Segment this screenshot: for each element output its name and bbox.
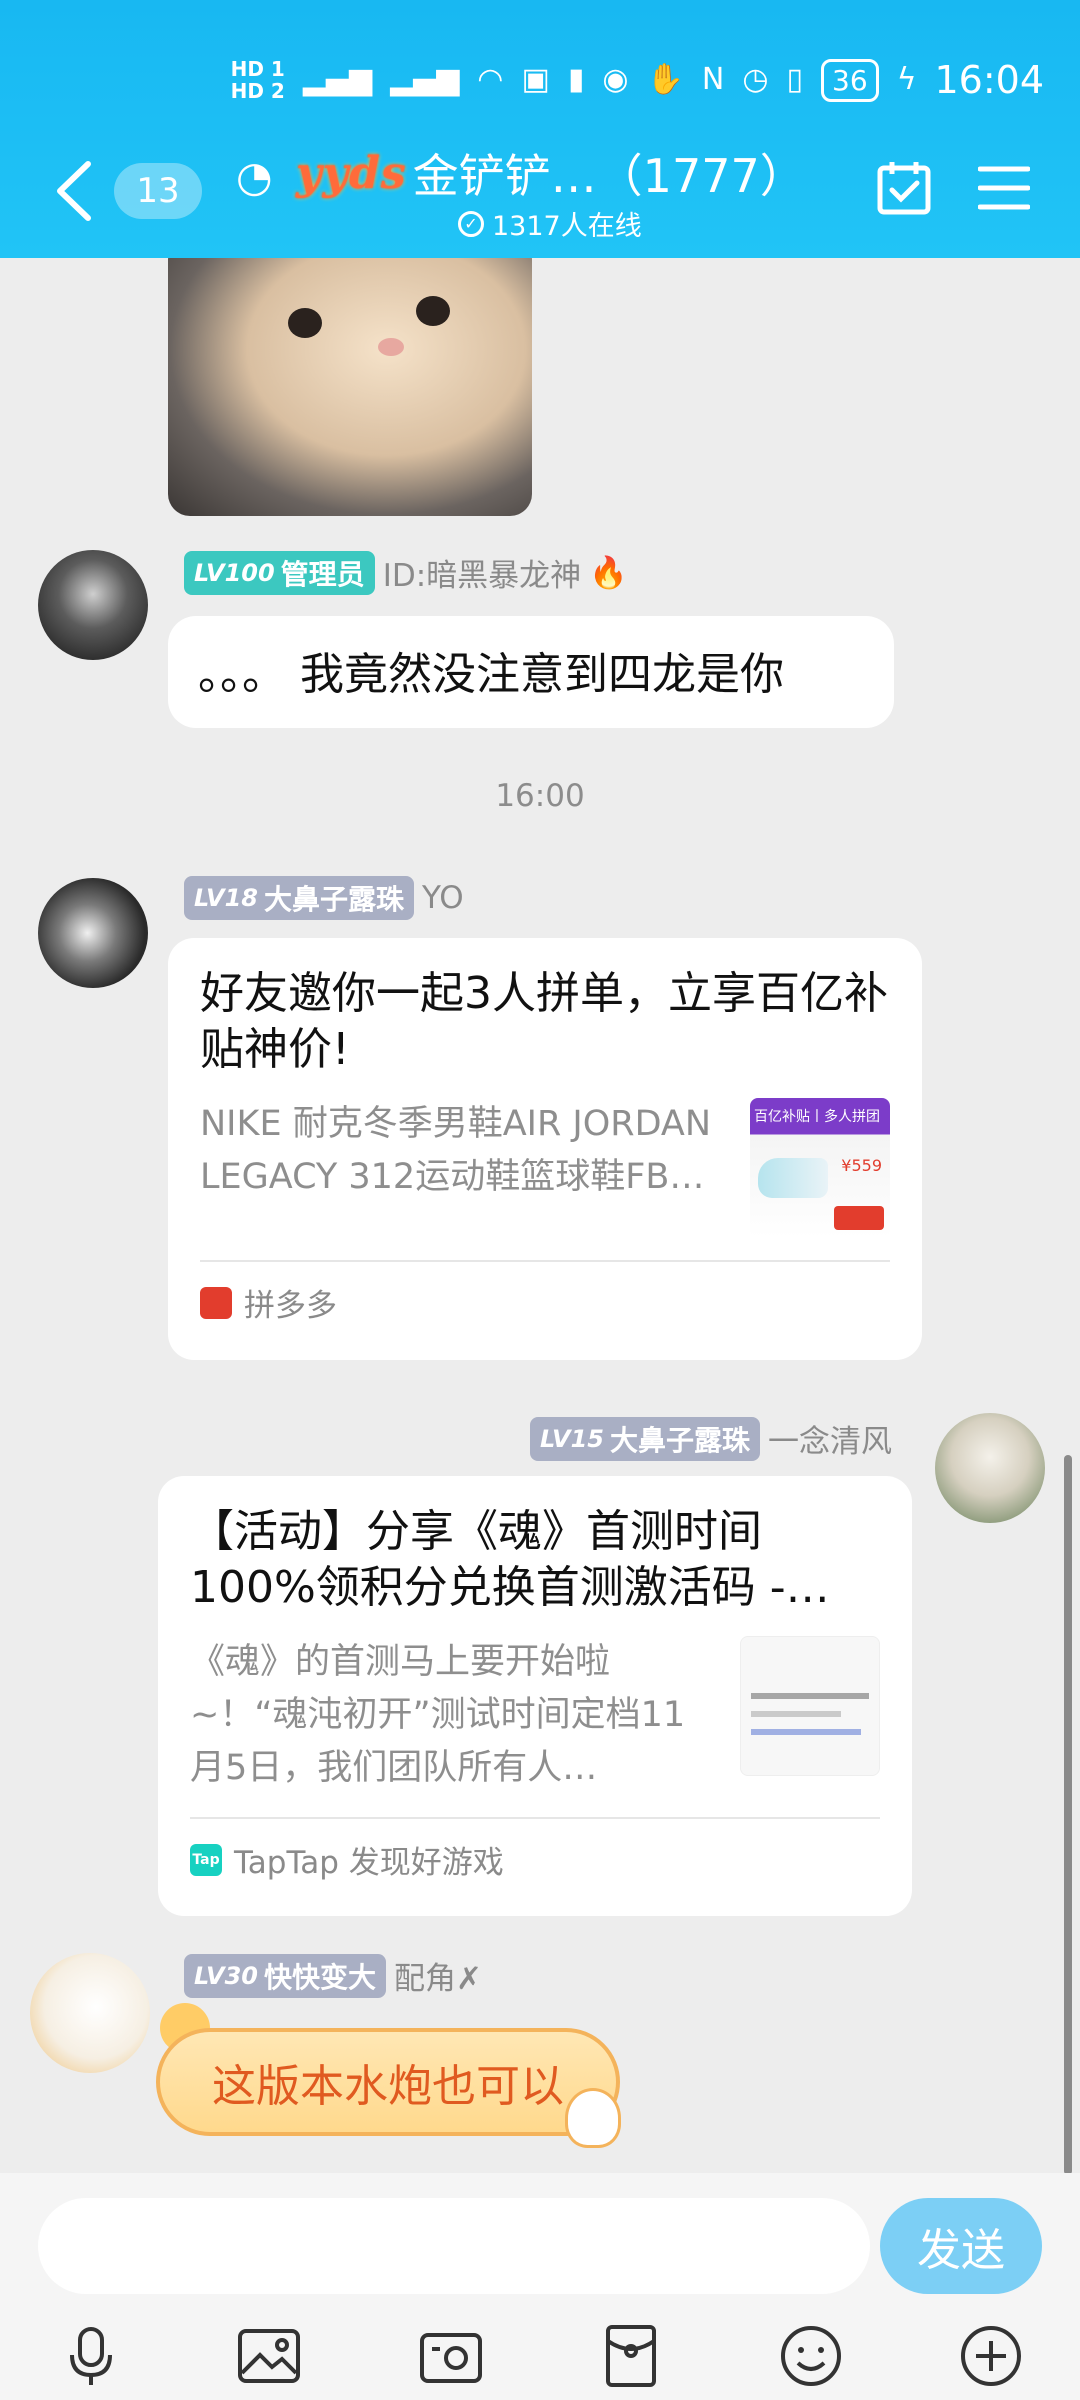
charging-icon: ϟ <box>896 62 917 97</box>
menu-icon[interactable] <box>978 165 1030 211</box>
taptap-logo-icon: Tap <box>190 1843 222 1876</box>
earpiece-mode-icon[interactable]: ◔ <box>236 152 273 201</box>
scrollbar[interactable] <box>1064 1455 1072 2173</box>
sender-name[interactable]: ID:暗黑暴龙神 <box>383 550 581 595</box>
message-input[interactable] <box>38 2198 870 2294</box>
timestamp: 16:00 <box>495 778 585 814</box>
sender-name[interactable]: 一念清风 <box>768 1416 892 1461</box>
hd-signal-icon: HD 1 HD 2 <box>230 57 285 103</box>
card-title: 【活动】分享《魂》首测时间100%领积分兑换首测激活码 -… <box>190 1506 830 1613</box>
input-bar: 发送 <box>0 2173 1080 2400</box>
avatar[interactable] <box>30 1953 150 2073</box>
emoji-icon[interactable] <box>778 2323 844 2389</box>
huawei-app-icon: ▣ <box>521 62 550 97</box>
alarm-icon: ◷ <box>742 62 769 97</box>
hand-icon: ✋ <box>646 62 684 97</box>
battery-icon: 36 <box>821 58 879 102</box>
level-badge: LV30 快快变大 <box>184 1953 386 1998</box>
sender-info: LV15 大鼻子露珠 一念清风 <box>530 1416 892 1461</box>
level-badge: LV18 大鼻子露珠 <box>184 876 414 920</box>
cat-eye <box>288 308 322 338</box>
back-arrow-icon[interactable] <box>52 158 96 224</box>
online-count-text: 1317人在线 <box>492 211 642 242</box>
plus-icon[interactable] <box>958 2323 1024 2389</box>
level-badge: LV15 大鼻子露珠 <box>530 1416 760 1461</box>
clock: 16:04 <box>934 58 1044 102</box>
level-badge: LV100 管理员 <box>184 550 375 595</box>
sender-info: LV100 管理员 ID:暗黑暴龙神 🔥 <box>184 550 628 595</box>
vibrate-icon: ▯ <box>786 62 804 97</box>
chat-header: HD 1 HD 2 ▂▄▆ ▂▄▆ ◠ ▣ ▮ ◉ ✋ N ◷ ▯ 36 ϟ 1… <box>0 0 1080 258</box>
camera-icon[interactable] <box>418 2323 484 2389</box>
share-card-taptap[interactable]: 【活动】分享《魂》首测时间100%领积分兑换首测激活码 -… 《魂》的首测马上要… <box>158 1476 912 1916</box>
cellular-signal-icon: ▂▄▆ <box>302 62 373 97</box>
group-name: 金铲铲…（1777） <box>412 149 806 203</box>
message-bubble[interactable]: 这版本水炮也可以 <box>156 2028 620 2136</box>
image-icon[interactable] <box>236 2323 302 2389</box>
card-thumbnail: 百亿补贴丨多人拼团 ¥559 <box>750 1098 890 1238</box>
microphone-icon[interactable] <box>58 2323 124 2389</box>
send-button[interactable]: 发送 <box>880 2198 1042 2294</box>
avatar[interactable] <box>38 878 148 988</box>
wifi-icon: ◠ <box>477 62 504 97</box>
nfc-icon: N <box>701 62 725 97</box>
card-thumbnail <box>740 1636 880 1776</box>
fire-icon: 🔥 <box>589 555 628 591</box>
card-description: NIKE 耐克冬季男鞋AIR JORDAN LEGACY 312运动鞋篮球鞋FB… <box>200 1104 712 1197</box>
browser-icon: ◉ <box>602 62 629 97</box>
sender-info: LV30 快快变大 配角✗ <box>184 1953 482 1998</box>
card-description: 《魂》的首测马上要开始啦~！“魂沌初开”测试时间定档11月5日，我们团队所有人… <box>190 1642 686 1788</box>
message-bubble[interactable]: 。。。 我竟然没注意到四龙是你 <box>168 616 894 728</box>
calendar-check-icon[interactable] <box>876 160 932 216</box>
bunny-decoration-icon <box>565 2088 621 2148</box>
card-source: Tap TapTap 发现好游戏 <box>190 1837 880 1882</box>
online-check-icon: ✓ <box>458 210 484 237</box>
online-count: ✓ 1317人在线 <box>458 204 642 243</box>
cat-sticker-image[interactable] <box>168 258 532 516</box>
sender-name[interactable]: 配角✗ <box>394 1953 482 1998</box>
avatar[interactable] <box>38 550 148 660</box>
cat-eye <box>416 296 450 326</box>
status-bar: HD 1 HD 2 ▂▄▆ ▂▄▆ ◠ ▣ ▮ ◉ ✋ N ◷ ▯ 36 ϟ 1… <box>231 50 1044 110</box>
unread-count-badge[interactable]: 13 <box>114 163 202 219</box>
group-logo: yyds <box>296 147 407 199</box>
pinduoduo-logo-icon <box>200 1286 232 1319</box>
share-card-pinduoduo[interactable]: 好友邀你一起3人拼单，立享百亿补贴神价! NIKE 耐克冬季男鞋AIR JORD… <box>168 938 922 1360</box>
buy-now-button <box>834 1206 884 1230</box>
message-list[interactable]: LV100 管理员 ID:暗黑暴龙神 🔥 。。。 我竟然没注意到四龙是你 16:… <box>0 258 1080 2173</box>
redpacket-icon[interactable] <box>598 2323 664 2389</box>
divider <box>190 1817 880 1819</box>
sender-info: LV18 大鼻子露珠 YO <box>184 876 464 920</box>
divider <box>200 1260 890 1262</box>
card-source: 拼多多 <box>200 1280 890 1325</box>
cat-nose <box>378 338 404 356</box>
shoe-image <box>758 1158 828 1198</box>
toolbar <box>0 2323 1080 2393</box>
avatar[interactable] <box>935 1413 1045 1523</box>
alert-icon: ▮ <box>567 62 585 97</box>
group-title[interactable]: yyds 金铲铲…（1777） <box>296 140 806 206</box>
cellular-signal-2-icon: ▂▄▆ <box>390 62 460 97</box>
card-title: 好友邀你一起3人拼单，立享百亿补贴神价! <box>200 968 888 1075</box>
sender-name[interactable]: YO <box>422 880 464 916</box>
